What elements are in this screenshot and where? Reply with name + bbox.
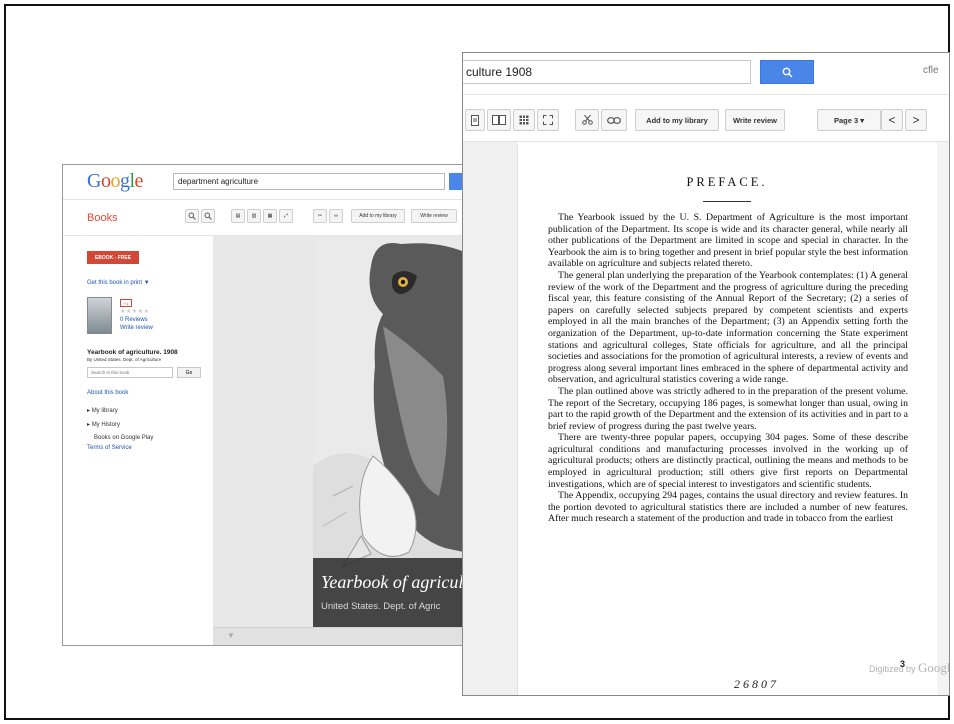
thumbnail-icon[interactable]: ▦ bbox=[263, 209, 277, 223]
search-icon bbox=[782, 67, 792, 77]
search-input[interactable] bbox=[463, 60, 751, 84]
paragraph: The general plan underlying the preparat… bbox=[548, 269, 908, 386]
next-page-button[interactable]: > bbox=[905, 109, 927, 131]
reviews-link[interactable]: 0 Reviews bbox=[120, 317, 148, 323]
clip-icon[interactable]: ✂ bbox=[313, 209, 327, 223]
books-on-play-link[interactable]: Books on Google Play bbox=[94, 435, 153, 441]
fullscreen-icon[interactable]: ⤢ bbox=[279, 209, 293, 223]
search-button[interactable] bbox=[760, 60, 814, 84]
fullscreen-icon[interactable] bbox=[537, 109, 559, 131]
zoom-in-icon[interactable] bbox=[201, 209, 215, 223]
rating-stars[interactable]: ★★★★★ bbox=[120, 308, 149, 315]
two-page-icon[interactable]: ▥ bbox=[247, 209, 261, 223]
user-name[interactable]: cfle bbox=[923, 65, 939, 76]
clip-icon[interactable] bbox=[575, 109, 599, 131]
link-icon[interactable]: ∞ bbox=[329, 209, 343, 223]
book-thumbnail[interactable] bbox=[87, 297, 112, 334]
viewer-left-gutter bbox=[463, 142, 517, 695]
book-reader-window: cfle Add to my library Write review Page… bbox=[462, 52, 950, 696]
ebook-free-button[interactable]: EBOOK - FREE bbox=[87, 251, 139, 264]
divider bbox=[463, 141, 949, 142]
viewer-scrollbar[interactable] bbox=[937, 142, 949, 695]
section-title[interactable]: Books bbox=[87, 212, 118, 224]
plus-one-button[interactable]: +1 bbox=[120, 299, 132, 307]
zoom-out-icon[interactable] bbox=[185, 209, 199, 223]
paragraph: The Appendix, occupying 294 pages, conta… bbox=[548, 490, 908, 525]
prev-page-button[interactable]: < bbox=[881, 109, 903, 131]
add-to-library-button[interactable]: Add to my library bbox=[351, 209, 405, 223]
book-page: PREFACE. The Yearbook issued by the U. S… bbox=[517, 145, 949, 695]
my-history-label: My History bbox=[91, 422, 121, 428]
sidebar bbox=[63, 236, 213, 645]
google-books-window: Google Books ▤ ▥ ▦ ⤢ ✂ ∞ Add to my libra… bbox=[62, 164, 472, 646]
divider bbox=[63, 199, 471, 200]
page-heading: PREFACE. bbox=[686, 175, 768, 189]
terms-link[interactable]: Terms of Service bbox=[87, 445, 132, 451]
thumbnail-view-icon[interactable] bbox=[513, 109, 535, 131]
book-title: Yearbook of agriculture. 1908 bbox=[87, 349, 178, 356]
viewer-bottom-bar bbox=[213, 627, 471, 645]
add-to-library-button[interactable]: Add to my library bbox=[635, 109, 719, 131]
paragraph: There are twenty-three popular papers, o… bbox=[548, 432, 908, 490]
divider bbox=[463, 94, 949, 95]
single-page-icon[interactable]: ▤ bbox=[231, 209, 245, 223]
watermark-text: Digitized by bbox=[869, 664, 916, 674]
my-library-label: My library bbox=[91, 408, 118, 414]
paragraph: The plan outlined above was strictly adh… bbox=[548, 385, 908, 432]
book-author: By United States. Dept. of Agriculture bbox=[87, 357, 162, 362]
write-review-link[interactable]: Write review bbox=[120, 325, 153, 331]
page-body: The Yearbook issued by the U. S. Departm… bbox=[548, 212, 908, 525]
search-input[interactable] bbox=[173, 173, 445, 190]
cover-title: Yearbook of agricul bbox=[321, 572, 464, 592]
handwritten-number: 26807 bbox=[734, 677, 779, 691]
cover-author: United States. Dept. of Agric bbox=[321, 601, 441, 612]
heading-rule bbox=[703, 201, 751, 202]
search-in-book-input[interactable] bbox=[87, 367, 173, 378]
my-history-link[interactable]: ▸ My History bbox=[87, 421, 120, 428]
book-cover-image: Yearbook of agricul United States. Dept.… bbox=[313, 236, 471, 627]
watermark-brand: Google bbox=[918, 660, 949, 675]
get-in-print-link[interactable]: Get this book in print ▼ bbox=[87, 280, 150, 286]
link-icon[interactable] bbox=[601, 109, 627, 131]
page-select-dropdown[interactable]: Page 3 ▾ bbox=[817, 109, 881, 131]
page-number: 3 bbox=[900, 659, 906, 669]
my-library-link[interactable]: ▸ My library bbox=[87, 407, 118, 414]
paragraph: The Yearbook issued by the U. S. Departm… bbox=[548, 212, 908, 270]
chevron-down-icon[interactable]: ▼ bbox=[227, 631, 235, 640]
go-button[interactable]: Go bbox=[177, 367, 201, 378]
write-review-button[interactable]: Write review bbox=[411, 209, 457, 223]
about-book-link[interactable]: About this book bbox=[87, 390, 128, 396]
single-page-icon[interactable] bbox=[465, 109, 485, 131]
write-review-button[interactable]: Write review bbox=[725, 109, 785, 131]
two-page-icon[interactable] bbox=[487, 109, 511, 131]
google-watermark: Digitized by Google bbox=[869, 660, 949, 676]
google-logo[interactable]: Google bbox=[87, 170, 143, 193]
